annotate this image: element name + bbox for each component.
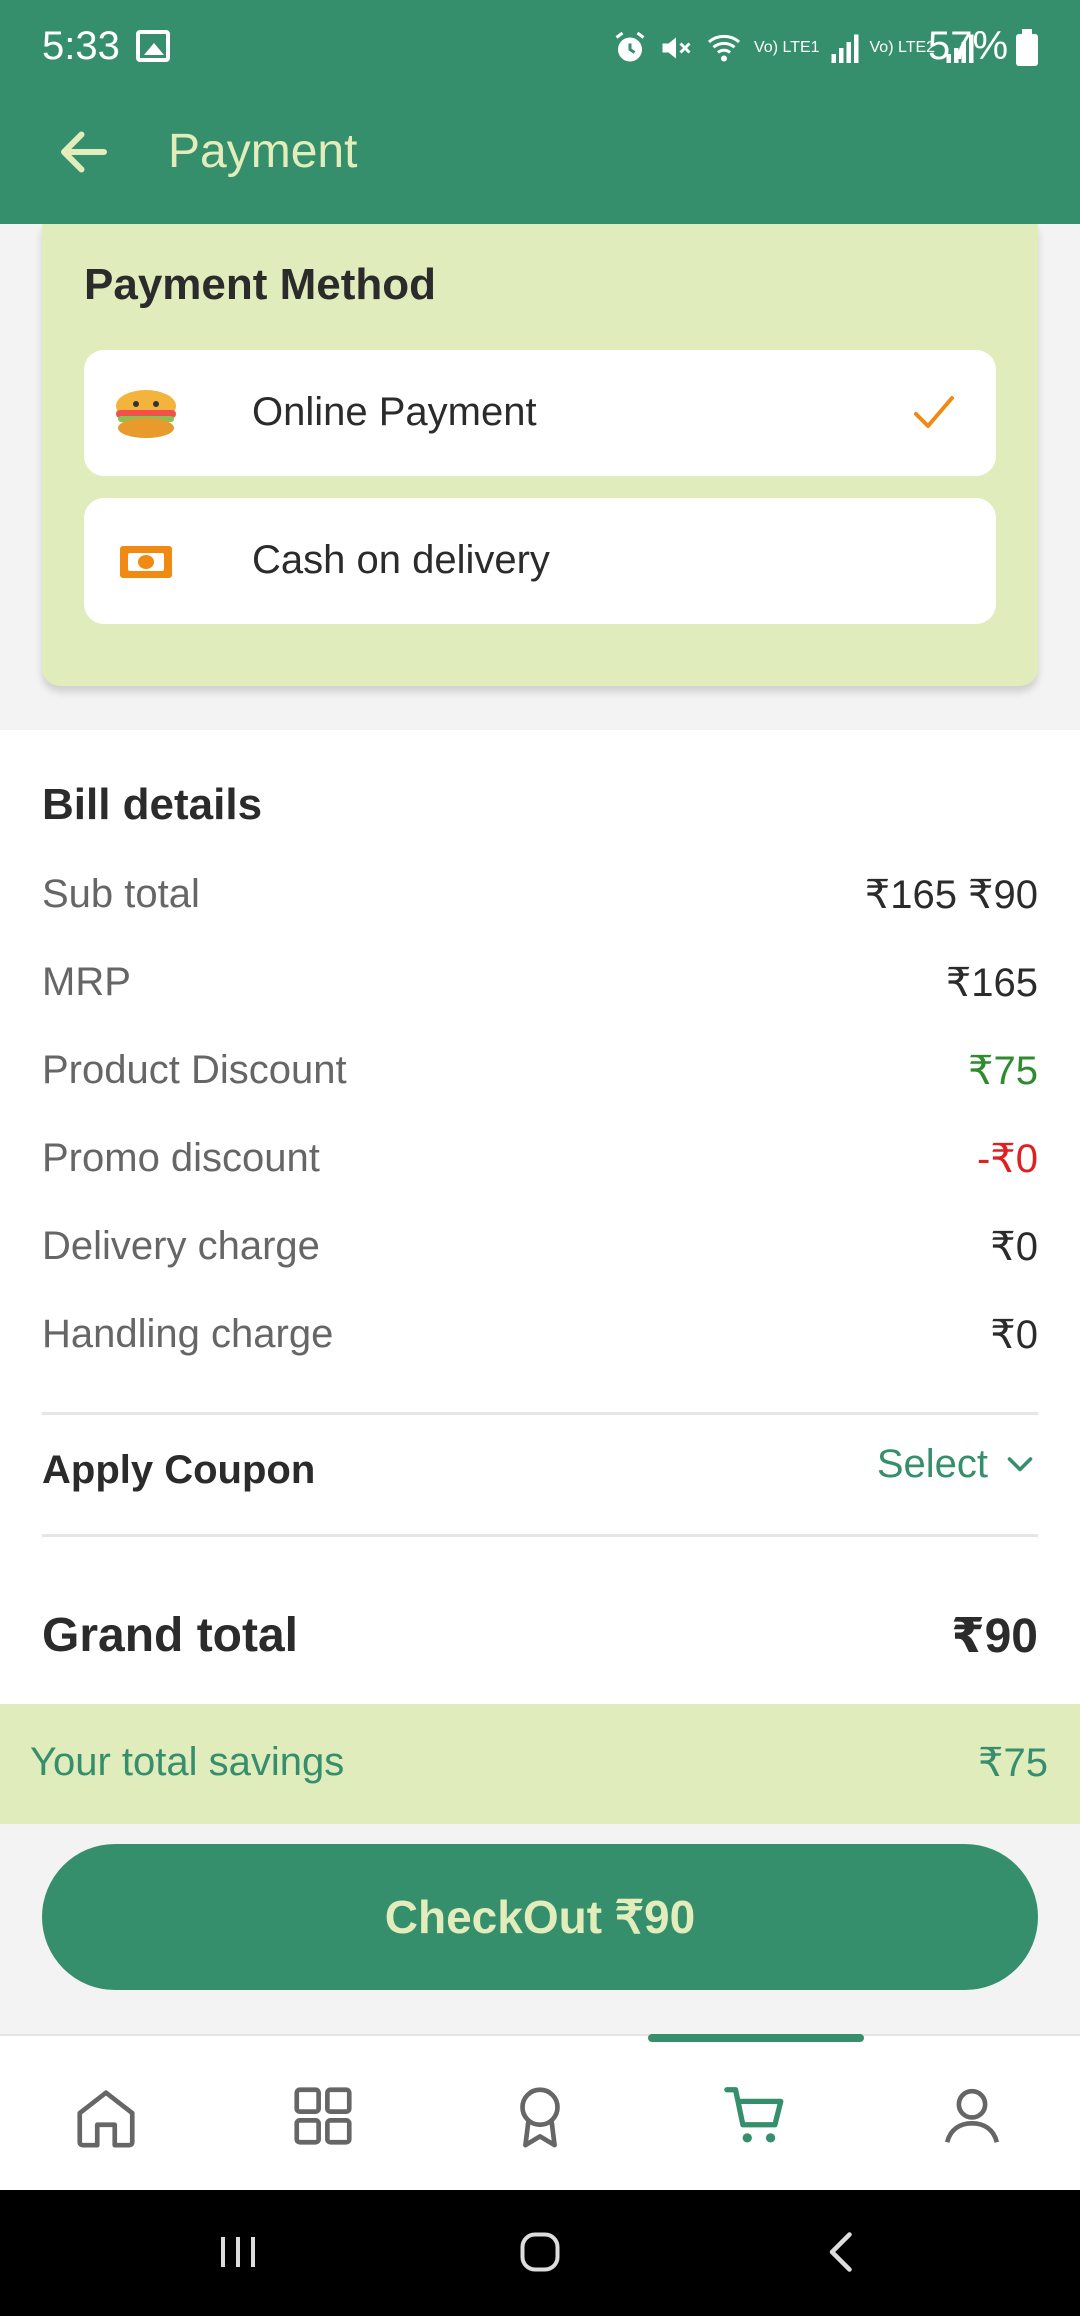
payment-method-card: Payment Method Online Payment Cash on de… <box>42 224 1038 686</box>
battery-icon <box>1016 29 1038 66</box>
checkmark-icon <box>914 396 954 428</box>
gallery-icon <box>136 30 170 62</box>
grand-total-value: ₹90 <box>951 1610 1038 1663</box>
page-title: Payment <box>168 125 358 178</box>
nav-categories[interactable] <box>283 2076 363 2156</box>
cart-icon <box>724 2087 784 2143</box>
nav-home[interactable] <box>66 2076 146 2156</box>
home-system-button[interactable] <box>510 2222 570 2282</box>
volte2-signal-icon: Vo) LTE2 <box>869 39 936 56</box>
status-bar: 5:33 Vo) LTE1 Vo) LTE2 57% <box>0 0 1080 96</box>
recent-apps-button[interactable] <box>208 2222 268 2282</box>
bill-row-value: ₹75 <box>968 1049 1038 1093</box>
categories-grid-icon <box>294 2087 352 2145</box>
coupon-select-label: Select <box>876 1442 988 1486</box>
status-icons: Vo) LTE1 Vo) LTE2 <box>612 26 975 70</box>
bill-row-value: ₹0 <box>990 1225 1038 1269</box>
active-tab-indicator <box>648 2034 864 2042</box>
rewards-badge-icon <box>520 2087 560 2148</box>
bill-row-label: Handling charge <box>42 1312 334 1356</box>
volte1-signal-icon: Vo) LTE1 <box>754 39 820 56</box>
status-time: 5:33 <box>42 24 120 68</box>
total-savings-banner: Your total savings ₹75 <box>0 1704 1080 1824</box>
bill-row-promo-discount: Promo discount -₹0 <box>42 1128 1038 1188</box>
total-savings-value: ₹75 <box>978 1741 1048 1785</box>
bill-row-value: ₹0 <box>990 1313 1038 1357</box>
bill-row-value: -₹0 <box>976 1137 1038 1181</box>
bill-row-delivery-charge: Delivery charge ₹0 <box>42 1216 1038 1276</box>
nav-profile[interactable] <box>932 2076 1012 2156</box>
battery-percent: 57% <box>928 24 1009 68</box>
top-bar: 5:33 Vo) LTE1 Vo) LTE2 57% Payment <box>0 0 1080 224</box>
cash-on-delivery-label: Cash on delivery <box>252 538 550 582</box>
back-system-button[interactable] <box>812 2222 872 2282</box>
arrow-left-icon[interactable] <box>54 122 114 182</box>
system-navigation-bar <box>0 2190 1080 2316</box>
bill-row-label: Sub total <box>42 872 200 916</box>
bill-row-handling-charge: Handling charge ₹0 <box>42 1304 1038 1364</box>
bill-row-product-discount: Product Discount ₹75 <box>42 1040 1038 1100</box>
divider <box>42 1412 1038 1415</box>
app-header: Payment <box>0 96 1080 224</box>
recent-apps-icon <box>221 2237 255 2267</box>
cash-icon <box>120 546 172 578</box>
bill-details-section: Bill details Sub total ₹165 ₹90 MRP ₹165… <box>0 730 1080 1705</box>
signal1-icon <box>831 34 859 63</box>
nav-cart[interactable] <box>716 2076 796 2156</box>
bill-row-sub-total: Sub total ₹165 ₹90 <box>42 864 1038 924</box>
checkout-button[interactable]: CheckOut ₹90 <box>42 1844 1038 1990</box>
bill-row-mrp: MRP ₹165 <box>42 952 1038 1012</box>
online-payment-label: Online Payment <box>252 390 537 434</box>
wifi-icon <box>707 34 741 62</box>
online-payment-icon <box>116 390 176 438</box>
total-savings-label: Your total savings <box>30 1740 345 1784</box>
payment-option-online[interactable]: Online Payment <box>84 350 996 476</box>
home-icon <box>77 2090 135 2148</box>
bill-row-label: MRP <box>42 960 131 1004</box>
bill-row-value: ₹165 <box>945 961 1038 1005</box>
back-chevron-icon <box>829 2232 852 2272</box>
bill-details-title: Bill details <box>42 780 263 829</box>
bill-row-label: Delivery charge <box>42 1224 320 1268</box>
bill-row-value: ₹165 ₹90 <box>864 873 1038 917</box>
divider <box>42 1534 1038 1537</box>
payment-option-cash[interactable]: Cash on delivery <box>84 498 996 624</box>
apply-coupon-label: Apply Coupon <box>42 1448 316 1492</box>
grand-total-label: Grand total <box>42 1609 299 1662</box>
coupon-select-dropdown[interactable]: Select <box>877 1442 1038 1487</box>
payment-method-title: Payment Method <box>84 260 437 309</box>
bill-row-label: Promo discount <box>42 1136 320 1180</box>
profile-icon <box>944 2088 1000 2143</box>
alarm-icon <box>615 31 645 62</box>
bill-row-label: Product Discount <box>42 1048 347 1092</box>
mute-icon <box>662 37 691 59</box>
chevron-down-icon <box>1007 1456 1033 1471</box>
bottom-navigation <box>0 2034 1080 2190</box>
nav-rewards[interactable] <box>500 2076 580 2156</box>
home-circle-icon <box>520 2232 560 2272</box>
